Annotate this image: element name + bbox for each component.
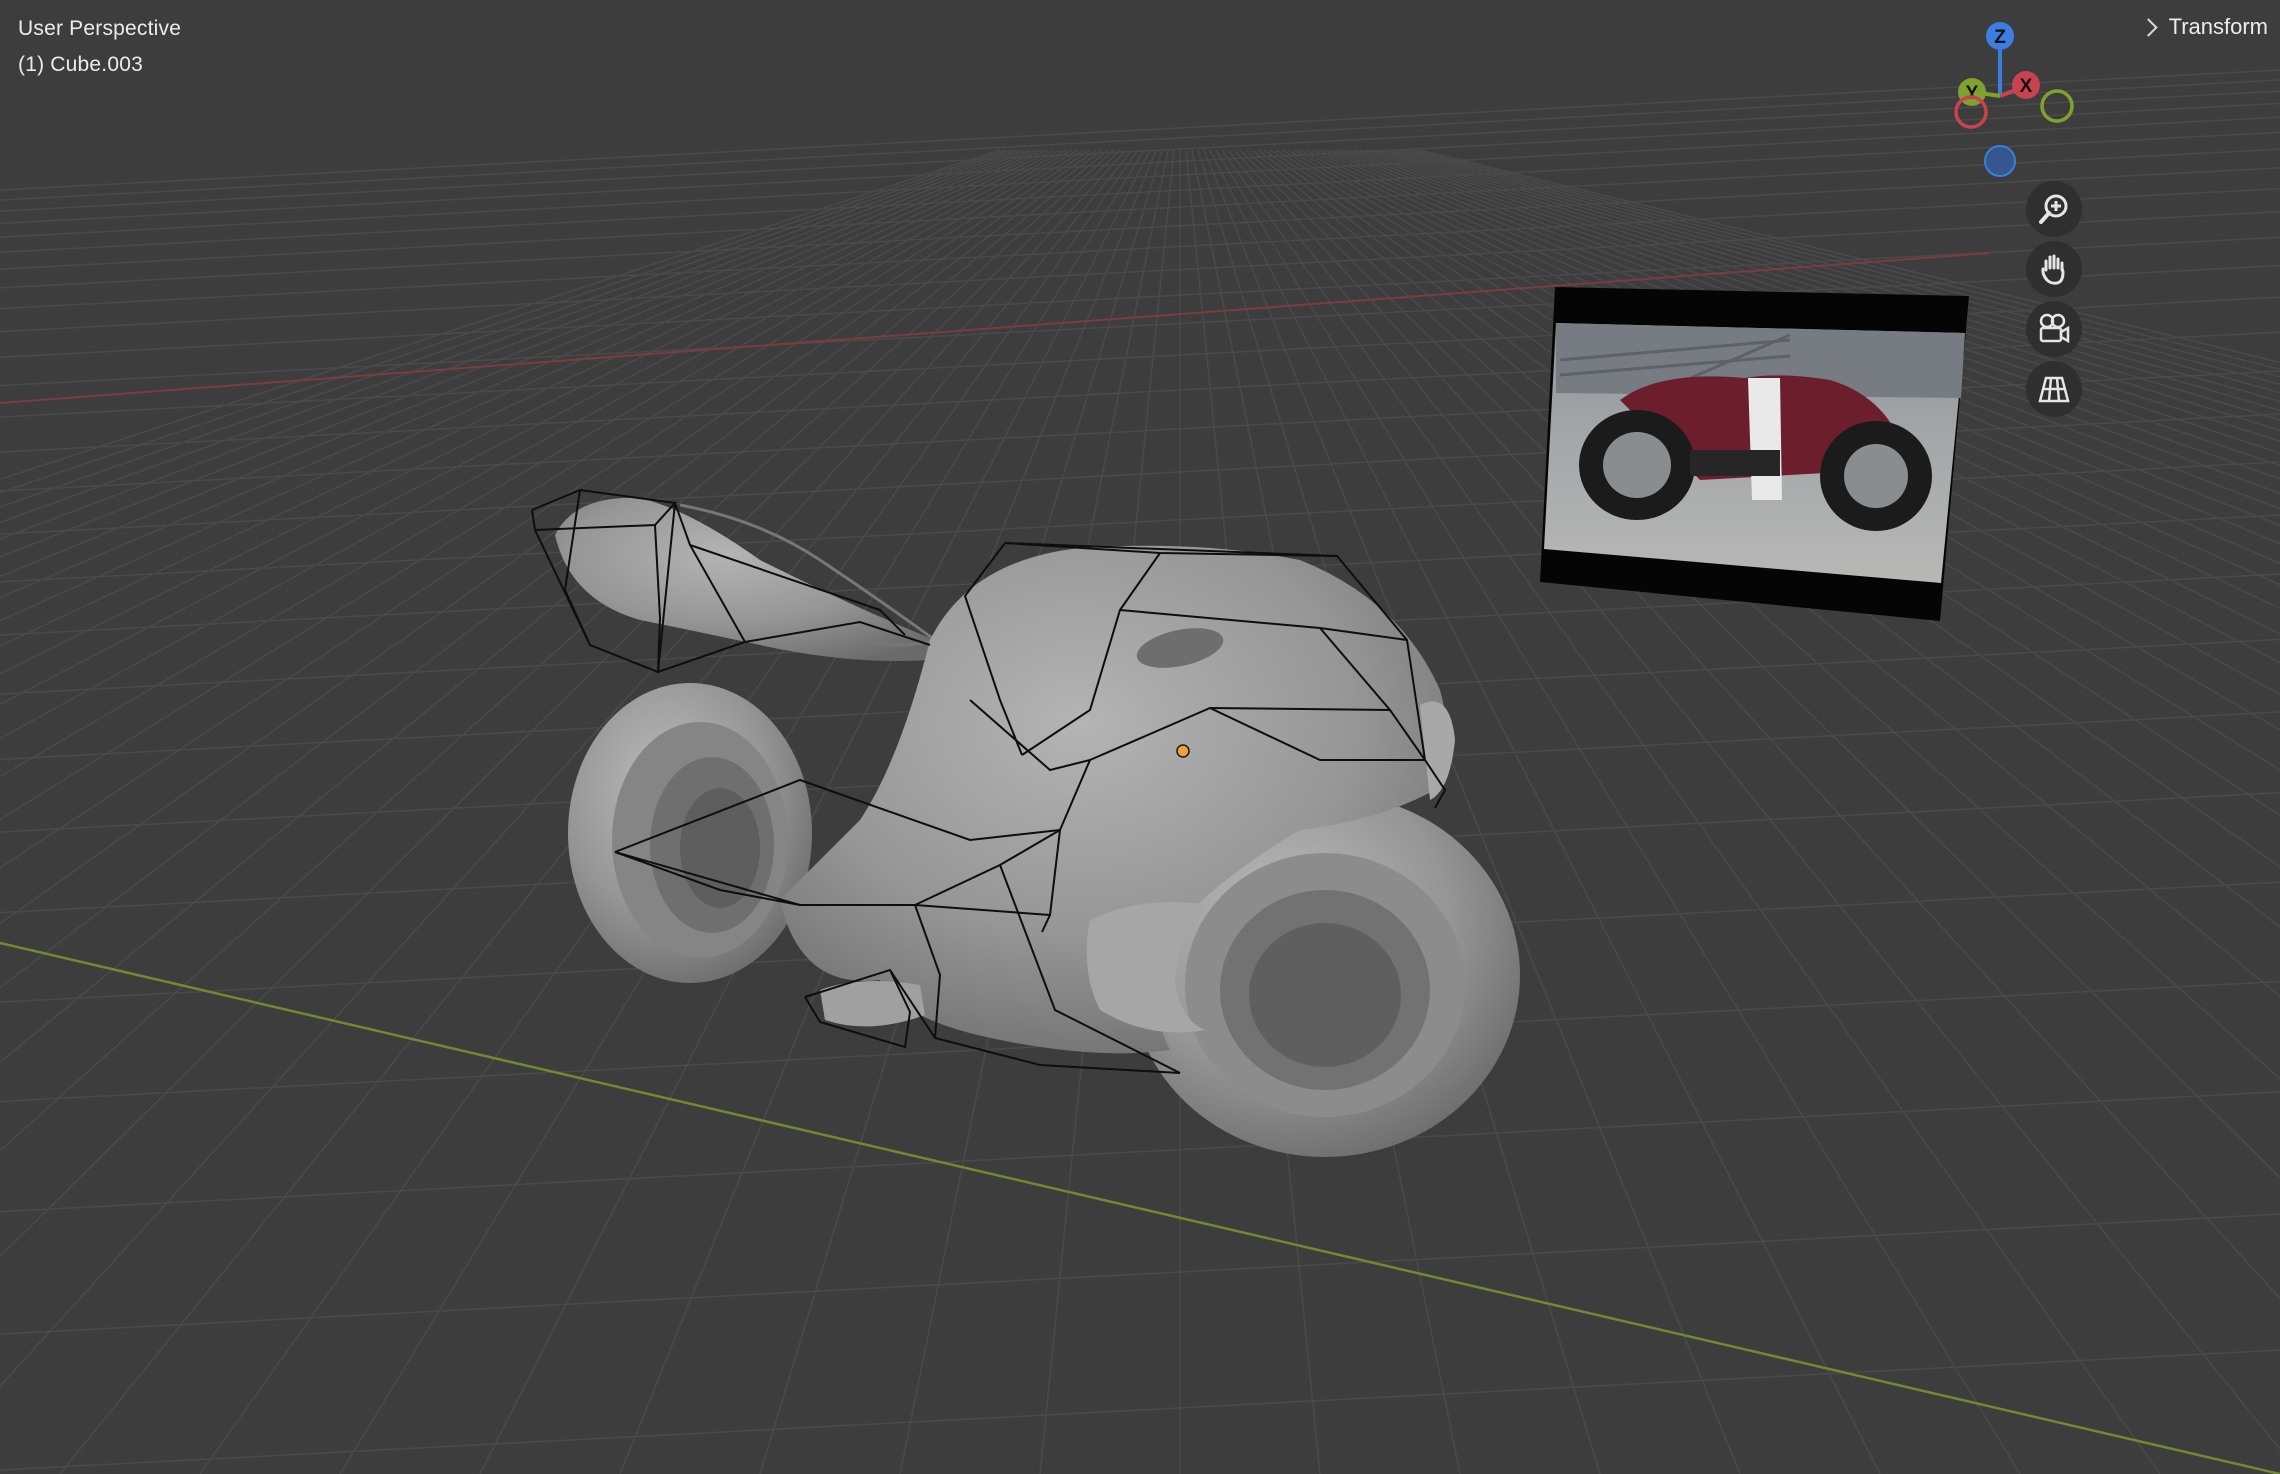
3d-viewport[interactable]: User Perspective (1) Cube.003 Transform …	[0, 0, 2280, 1474]
orthographic-toggle-button[interactable]	[2026, 361, 2082, 417]
chevron-right-icon	[2138, 17, 2158, 37]
gizmo-y-label: Y	[1966, 83, 1979, 104]
gizmo-neg-z	[1984, 145, 2016, 177]
viewport-scene[interactable]	[0, 0, 2280, 1474]
gizmo-axis-z[interactable]: Z	[1986, 22, 2014, 50]
reference-image-plane	[1540, 287, 1969, 621]
active-object-label: (1) Cube.003	[18, 53, 143, 76]
hand-icon	[2041, 254, 2065, 285]
navigation-gizmo[interactable]: Z X Y	[1916, 16, 2086, 186]
zoom-button[interactable]	[2026, 181, 2082, 237]
view-perspective-label: User Perspective	[18, 17, 182, 40]
transform-panel-tab[interactable]: Transform	[2138, 14, 2268, 40]
transform-tab-label: Transform	[2168, 14, 2268, 39]
gizmo-z-label: Z	[1994, 27, 2006, 48]
object-origin	[1176, 744, 1190, 758]
zoom-icon	[2039, 194, 2068, 224]
gizmo-neg-y	[2040, 89, 2074, 123]
grid-icon	[2038, 376, 2070, 403]
gizmo-x-label: X	[2020, 76, 2033, 97]
camera-icon	[2039, 313, 2070, 344]
gizmo-axis-x[interactable]: X	[2012, 71, 2040, 99]
camera-view-button[interactable]	[2026, 301, 2082, 357]
motorcycle-mesh	[555, 497, 1520, 1157]
pan-button[interactable]	[2026, 241, 2082, 297]
